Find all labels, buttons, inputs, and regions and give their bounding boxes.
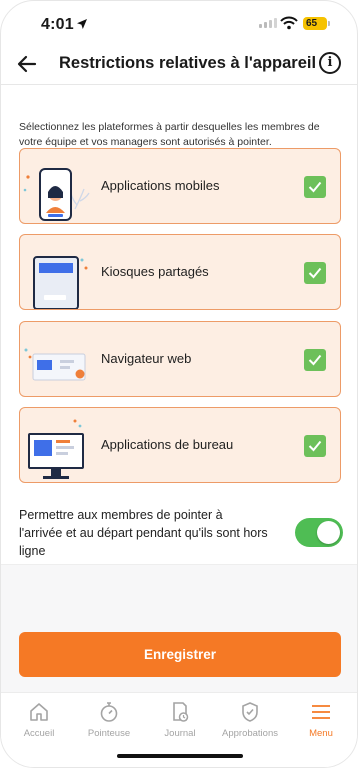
platform-label: Applications mobiles: [101, 178, 220, 193]
tab-journal[interactable]: Journal: [144, 700, 216, 739]
web-browser-illustration: [24, 348, 86, 381]
top-bar: Restrictions relatives à l'appareil i: [1, 45, 357, 85]
description-text: Sélectionnez les plateformes à partir de…: [19, 121, 320, 148]
tab-label: Approbations: [222, 728, 278, 739]
checkbox-checked[interactable]: [304, 262, 326, 284]
tab-label: Journal: [164, 728, 196, 739]
stopwatch-icon: [100, 702, 118, 722]
back-arrow-icon[interactable]: [16, 53, 38, 75]
battery-indicator: 65: [303, 17, 330, 30]
offline-setting-row: Permettre aux membres de pointer à l'arr…: [19, 506, 343, 560]
status-time: 4:01: [41, 16, 74, 33]
offline-label: Permettre aux membres de pointer à l'arr…: [19, 508, 268, 558]
desktop-illustration: [28, 419, 84, 479]
page-title: Restrictions relatives à l'appareil: [59, 54, 317, 72]
kiosk-illustration: [33, 256, 88, 309]
checkbox-checked[interactable]: [304, 435, 326, 457]
platform-label: Navigateur web: [101, 351, 192, 366]
home-icon: [30, 703, 48, 721]
tab-accueil[interactable]: Accueil: [3, 700, 75, 739]
tab-approbations[interactable]: Approbations: [214, 700, 286, 739]
save-button[interactable]: Enregistrer: [19, 632, 341, 677]
checkbox-checked[interactable]: [304, 349, 326, 371]
shield-check-icon: [242, 702, 258, 722]
app-screen: 4:01 65 Restrictions relatives à l'appar…: [0, 0, 358, 768]
status-bar: 4:01 65: [1, 1, 357, 45]
tab-label: Menu: [309, 728, 333, 739]
platform-label: Applications de bureau: [101, 437, 234, 452]
info-icon[interactable]: i: [319, 52, 341, 74]
platform-card-desktop[interactable]: Applications de bureau: [19, 407, 341, 483]
platform-card-web[interactable]: Navigateur web: [19, 321, 341, 397]
location-arrow-icon: [77, 19, 87, 29]
journal-icon: [173, 702, 189, 722]
offline-toggle[interactable]: [295, 518, 343, 547]
wifi-icon: [280, 16, 298, 30]
menu-icon: [312, 705, 330, 719]
platform-card-kiosk[interactable]: Kiosques partagés: [19, 234, 341, 310]
mobile-illustration: [23, 168, 90, 221]
checkbox-checked[interactable]: [304, 176, 326, 198]
tab-label: Accueil: [23, 728, 55, 739]
home-indicator: [117, 754, 243, 758]
tab-label: Pointeuse: [87, 728, 131, 739]
platform-label: Kiosques partagés: [101, 264, 209, 279]
tab-pointeuse[interactable]: Pointeuse: [73, 700, 145, 739]
signal-icon: [259, 18, 277, 28]
tab-menu[interactable]: Menu: [285, 700, 357, 739]
platform-card-mobile[interactable]: Applications mobiles: [19, 148, 341, 224]
